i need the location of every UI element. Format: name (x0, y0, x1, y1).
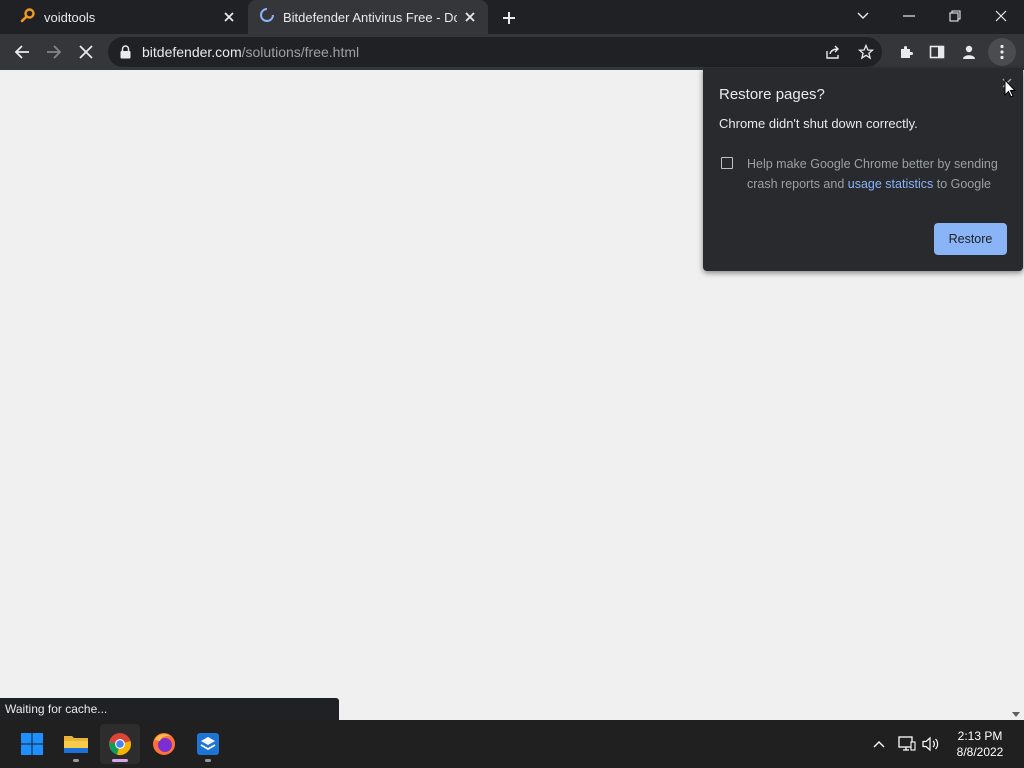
browser-toolbar: bitdefender.com/solutions/free.html (0, 34, 1024, 70)
checkbox-text-end: to Google (936, 177, 991, 191)
restore-window-button[interactable] (932, 0, 978, 32)
windows-taskbar: 2:13 PM 8/8/2022 (0, 720, 1024, 768)
usage-statistics-link[interactable]: usage statistics (848, 177, 933, 191)
tab-search-button[interactable] (840, 0, 886, 32)
taskbar-clock[interactable]: 2:13 PM 8/8/2022 (944, 728, 1016, 760)
installer-icon[interactable] (188, 724, 228, 764)
app-indicator (112, 759, 128, 762)
volume-icon[interactable] (921, 734, 941, 754)
lock-icon[interactable] (120, 45, 131, 64)
tab-title: Bitdefender Antivirus Free - Dow (283, 9, 457, 25)
show-hidden-icons-chevron-icon[interactable] (869, 734, 889, 754)
bookmark-star-icon[interactable] (856, 42, 876, 62)
restore-button[interactable]: Restore (934, 223, 1007, 255)
share-icon[interactable] (823, 42, 843, 62)
extensions-puzzle-icon[interactable] (892, 38, 920, 66)
app-indicator (205, 759, 211, 762)
url-domain: bitdefender.com (142, 44, 242, 60)
dialog-title: Restore pages? (719, 86, 825, 103)
close-tab-icon[interactable] (462, 9, 478, 25)
url-text: bitdefender.com/solutions/free.html (142, 44, 359, 60)
tab-voidtools[interactable]: voidtools (0, 0, 247, 34)
voidtools-search-icon (20, 7, 36, 28)
network-icon[interactable] (897, 734, 917, 754)
menu-kebab-icon[interactable] (988, 38, 1016, 66)
loading-spinner-icon (259, 7, 275, 28)
clock-date: 8/8/2022 (956, 745, 1004, 759)
firefox-icon[interactable] (144, 724, 184, 764)
chrome-icon[interactable] (100, 724, 140, 764)
start-icon[interactable] (12, 724, 52, 764)
tab-strip: voidtools Bitdefender Antivirus Free - D… (0, 0, 1024, 34)
close-window-button[interactable] (978, 0, 1024, 32)
mouse-cursor-icon (1004, 78, 1017, 103)
new-tab-button[interactable] (498, 7, 520, 29)
forward-button[interactable] (40, 38, 68, 66)
minimize-button[interactable] (886, 0, 932, 32)
side-panel-icon[interactable] (923, 38, 951, 66)
tab-bitdefender[interactable]: Bitdefender Antivirus Free - Dow (248, 0, 488, 34)
checkbox-label: Help make Google Chrome better by sendin… (747, 154, 1007, 194)
tab-title: voidtools (44, 9, 96, 25)
url-path: /solutions/free.html (241, 44, 360, 60)
status-bubble: Waiting for cache... (0, 698, 339, 720)
file-explorer-icon[interactable] (56, 724, 96, 764)
back-button[interactable] (8, 38, 36, 66)
close-tab-icon[interactable] (221, 9, 237, 25)
restore-pages-dialog: Restore pages? Chrome didn't shut down c… (703, 68, 1023, 271)
profile-icon[interactable] (955, 38, 983, 66)
stop-loading-button[interactable] (72, 38, 100, 66)
clock-time: 2:13 PM (957, 729, 1003, 743)
dialog-message: Chrome didn't shut down correctly. (719, 116, 918, 131)
usage-stats-checkbox[interactable] (721, 157, 733, 169)
address-bar[interactable]: bitdefender.com/solutions/free.html (108, 37, 882, 67)
app-indicator (73, 759, 79, 762)
